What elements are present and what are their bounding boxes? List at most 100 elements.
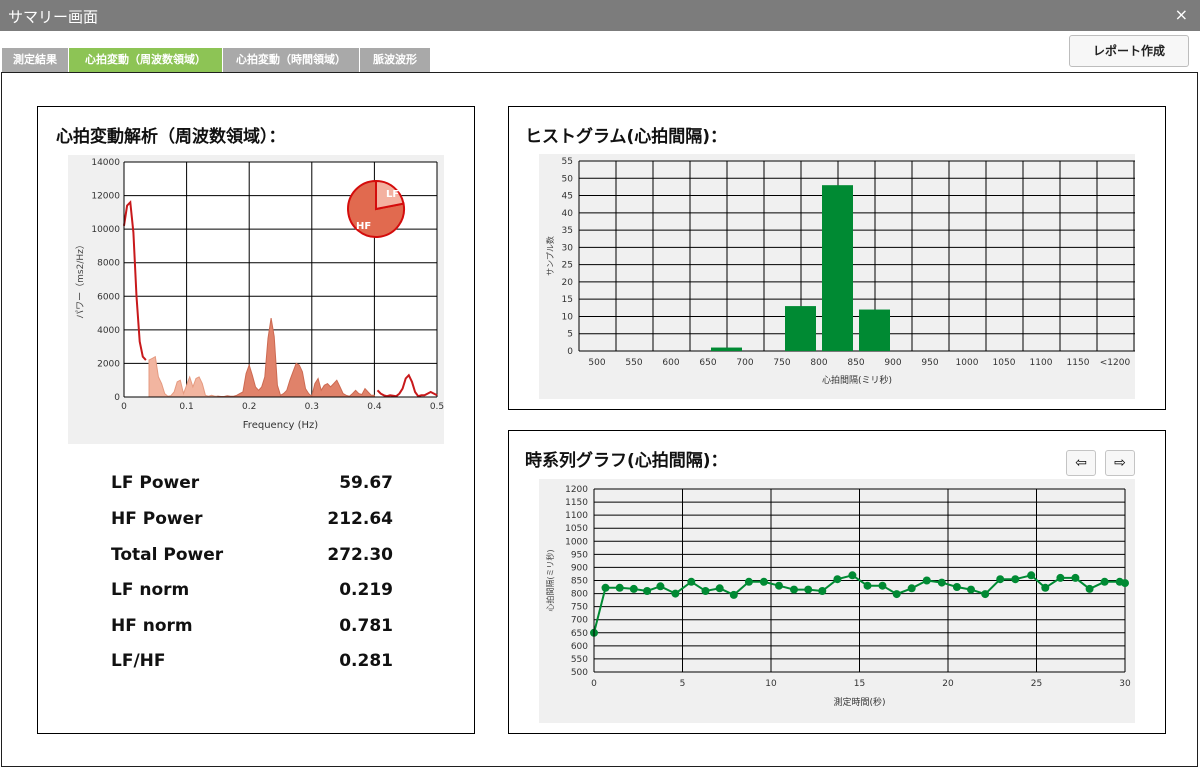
timeseries-xtick-label: 0 bbox=[591, 679, 597, 689]
timeseries-point bbox=[671, 589, 680, 598]
timeseries-point bbox=[1056, 573, 1065, 582]
histogram-xtick-label: 500 bbox=[588, 358, 605, 368]
histogram-panel: ヒストグラム(心拍間隔)： 0 5 10 15 20 25 30 35 40 45 50 55 500 5… bbox=[508, 106, 1166, 410]
timeseries-ytick-label: 800 bbox=[571, 590, 588, 600]
histogram-xtick-label: 950 bbox=[921, 358, 938, 368]
timeseries-point bbox=[967, 585, 975, 594]
histogram-ytick-label: 40 bbox=[562, 209, 574, 219]
timeseries-xtick-label: 30 bbox=[1119, 679, 1131, 689]
stat-label-hf-norm: HF norm bbox=[111, 616, 193, 636]
histogram-bar bbox=[711, 347, 742, 351]
histogram-xtick-label: 1150 bbox=[1067, 358, 1090, 368]
histogram-xtick-label: 650 bbox=[699, 358, 716, 368]
timeseries-xlabel: 測定時間(秒) bbox=[833, 696, 885, 708]
stat-value-lf-norm: 0.219 bbox=[339, 580, 393, 600]
timeseries-xtick-label: 25 bbox=[1031, 679, 1042, 689]
timeseries-point bbox=[804, 585, 813, 594]
pie-label-lf: LF bbox=[386, 189, 399, 200]
histogram-panel-title: ヒストグラム(心拍間隔)： bbox=[525, 127, 728, 147]
histogram-chart: 0 5 10 15 20 25 30 35 40 45 50 55 500 550 600 650 700 750… bbox=[539, 154, 1135, 399]
timeseries-panel-title: 時系列グラフ(心拍間隔)： bbox=[525, 451, 728, 471]
timeseries-point bbox=[907, 584, 916, 593]
timeseries-xtick-label: 5 bbox=[680, 679, 686, 689]
histogram-ytick-label: 5 bbox=[567, 330, 573, 340]
window-title: サマリー画面 bbox=[8, 8, 99, 26]
timeseries-chart: 5005506006507007508008509009501000105011… bbox=[539, 479, 1135, 723]
timeseries-ytick-label: 850 bbox=[571, 577, 588, 587]
timeseries-point bbox=[848, 571, 857, 580]
psd-xtick-label: 0.1 bbox=[179, 402, 193, 412]
histogram-bar bbox=[859, 309, 890, 351]
histogram-xtick-label: 850 bbox=[847, 358, 864, 368]
frequency-panel-title: 心拍変動解析（周波数領域）： bbox=[56, 127, 286, 147]
psd-ytick-label: 14000 bbox=[91, 158, 120, 168]
histogram-ytick-label: 10 bbox=[562, 312, 574, 322]
timeseries-xtick-label: 10 bbox=[765, 679, 777, 689]
frequency-domain-panel: 心拍変動解析（周波数領域）： 0 2000 4000 6000 8000 10000 120… bbox=[37, 106, 475, 734]
stat-label-hf-power: HF Power bbox=[111, 509, 203, 529]
histogram-xtick-label: 750 bbox=[773, 358, 790, 368]
histogram-xtick-label: 900 bbox=[884, 358, 901, 368]
timeseries-point bbox=[922, 576, 931, 585]
tab-measurement-result[interactable]: 測定結果 bbox=[2, 48, 68, 72]
timeseries-xtick-label: 15 bbox=[854, 679, 865, 689]
histogram-xtick-label: 1050 bbox=[993, 358, 1016, 368]
timeseries-point bbox=[701, 587, 710, 595]
psd-chart: 0 2000 4000 6000 8000 10000 12000 14000 0 0.1 0.2 0… bbox=[68, 155, 444, 444]
timeseries-point bbox=[1041, 583, 1050, 592]
histogram-bar bbox=[822, 185, 853, 351]
histogram-ytick-label: 20 bbox=[562, 278, 574, 288]
timeseries-xtick-label: 20 bbox=[942, 679, 954, 689]
timeseries-point bbox=[601, 583, 610, 592]
histogram-ytick-label: 30 bbox=[562, 243, 574, 253]
histogram-ytick-label: 55 bbox=[562, 157, 573, 167]
timeseries-point bbox=[892, 590, 901, 599]
psd-ylabel: パワー（ms2/Hz） bbox=[75, 240, 86, 319]
timeseries-ytick-label: 1050 bbox=[565, 524, 588, 534]
timeseries-ytick-label: 500 bbox=[571, 668, 588, 678]
histogram-bar bbox=[785, 306, 816, 351]
create-report-button[interactable]: レポート作成 bbox=[1069, 35, 1189, 67]
timeseries-point bbox=[744, 577, 753, 586]
timeseries-point bbox=[878, 581, 887, 590]
next-arrow-icon[interactable]: ⇨ bbox=[1105, 450, 1135, 476]
histogram-xtick-label: 600 bbox=[662, 358, 679, 368]
timeseries-ytick-label: 1100 bbox=[565, 511, 588, 521]
prev-arrow-icon[interactable]: ⇦ bbox=[1066, 450, 1096, 476]
stat-label-lf-power: LF Power bbox=[111, 473, 200, 493]
close-icon[interactable]: × bbox=[1175, 5, 1188, 24]
timeseries-point bbox=[1121, 579, 1129, 588]
tab-hrv-frequency[interactable]: 心拍変動（周波数領域） bbox=[69, 48, 222, 72]
histogram-xtick-label: 1100 bbox=[1030, 358, 1053, 368]
histogram-ytick-label: 0 bbox=[567, 347, 573, 357]
timeseries-point bbox=[615, 583, 624, 592]
histogram-ytick-label: 50 bbox=[562, 174, 574, 184]
timeseries-point bbox=[1085, 584, 1094, 593]
psd-xtick-label: 0.3 bbox=[305, 402, 319, 412]
timeseries-ytick-label: 750 bbox=[571, 603, 588, 613]
timeseries-ylabel: 心拍間隔(ミリ秒) bbox=[545, 549, 555, 611]
timeseries-point bbox=[775, 581, 783, 590]
tab-pulse-waveform[interactable]: 脈波波形 bbox=[360, 48, 430, 72]
stat-value-lf-hf: 0.281 bbox=[339, 651, 393, 671]
timeseries-point bbox=[937, 578, 946, 587]
timeseries-point bbox=[863, 581, 872, 590]
histogram-xtick-label: 800 bbox=[810, 358, 827, 368]
histogram-ylabel: サンプル数 bbox=[545, 236, 555, 276]
stat-value-hf-norm: 0.781 bbox=[339, 616, 393, 636]
timeseries-ytick-label: 600 bbox=[571, 642, 588, 652]
tab-hrv-time[interactable]: 心拍変動（時間領域） bbox=[223, 48, 359, 72]
psd-ytick-label: 12000 bbox=[91, 192, 120, 202]
timeseries-point bbox=[687, 577, 696, 586]
timeseries-point bbox=[833, 575, 842, 584]
timeseries-point bbox=[952, 583, 961, 591]
timeseries-point bbox=[1100, 577, 1109, 586]
timeseries-point bbox=[715, 584, 724, 593]
psd-xtick-label: 0.4 bbox=[367, 402, 382, 412]
timeseries-point bbox=[759, 577, 768, 586]
histogram-xlabel: 心拍間隔(ミリ秒) bbox=[822, 374, 892, 386]
timeseries-ytick-label: 1000 bbox=[565, 537, 588, 547]
timeseries-point bbox=[1071, 573, 1080, 582]
timeseries-ytick-label: 550 bbox=[571, 655, 588, 665]
psd-ytick-label: 10000 bbox=[91, 225, 120, 235]
